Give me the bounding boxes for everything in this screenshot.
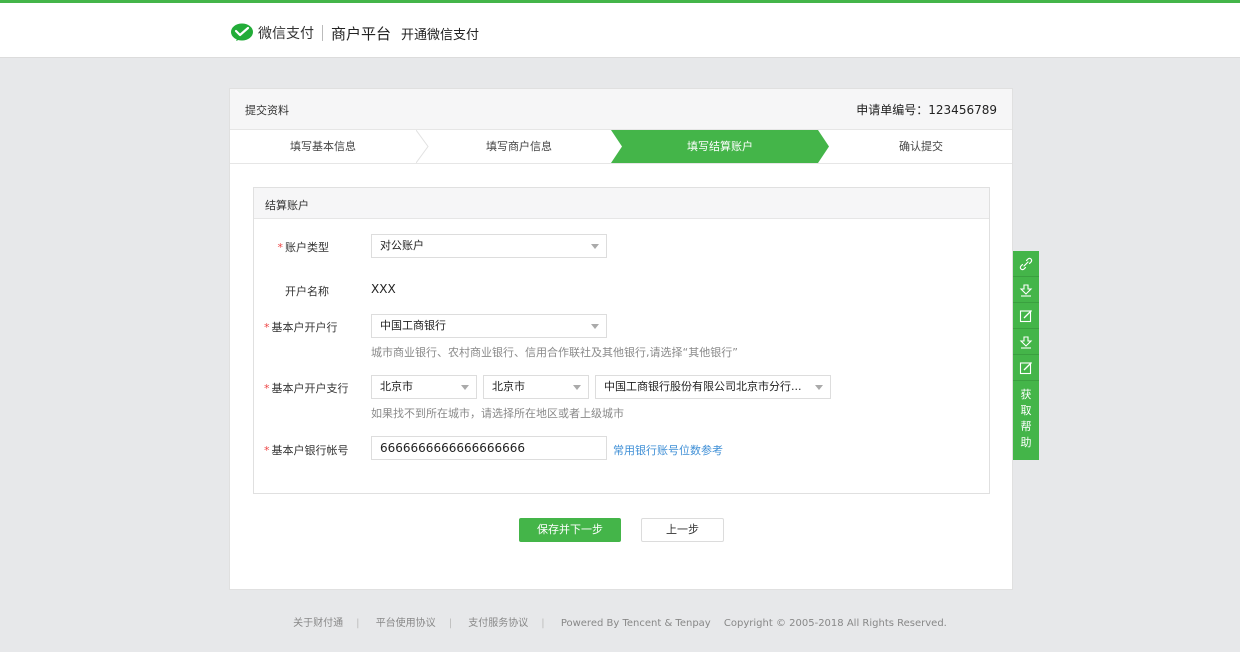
footer: 关于财付通 | 平台使用协议 | 支付服务协议 | Powered By Tencen… — [0, 614, 1240, 629]
step-settlement-account: 填写结算账户 — [622, 130, 818, 163]
province-select[interactable]: 北京市 — [371, 375, 477, 399]
link-button[interactable] — [1013, 251, 1039, 277]
edit-button-2[interactable] — [1013, 355, 1039, 381]
section-header: 结算账户 — [254, 188, 989, 219]
city-value: 北京市 — [492, 380, 525, 393]
city-select[interactable]: 北京市 — [483, 375, 589, 399]
footer-powered: Powered By Tencent & Tenpay — [560, 618, 711, 629]
application-number: 申请单编号：123456789 — [856, 103, 997, 117]
branch-select[interactable]: 中国工商银行股份有限公司北京市分行... — [595, 375, 831, 399]
page-title: 开通微信支付 — [401, 27, 480, 43]
branch-value: 中国工商银行股份有限公司北京市分行... — [604, 380, 802, 393]
chevron-down-icon — [815, 385, 823, 390]
account-number-reference-link[interactable]: 常用银行账号位数参考 — [613, 442, 723, 458]
save-next-button[interactable]: 保存并下一步 — [519, 518, 621, 542]
account-name-value: XXX — [371, 282, 396, 296]
wechat-pay-logo-icon — [231, 23, 253, 41]
platform-name: 商户平台 — [331, 24, 392, 43]
chevron-down-icon — [461, 385, 469, 390]
step-label: 填写结算账户 — [687, 140, 753, 153]
chevron-down-icon — [591, 324, 599, 329]
footer-divider: | — [541, 618, 545, 629]
step-label: 填写基本信息 — [290, 140, 356, 153]
download-icon — [1019, 335, 1033, 349]
brand-name: 微信支付 — [258, 26, 314, 42]
account-number-label: * 基本户银行帐号 — [264, 444, 349, 457]
progress-steps: 填写基本信息 填写商户信息 填写结算账户 确认提交 — [230, 129, 1012, 164]
required-mark: * — [277, 241, 284, 254]
bank-hint: 城市商业银行、农村商业银行、信用合作联社及其他银行,请选择“其他银行” — [371, 346, 738, 359]
footer-copyright: Copyright © 2005-2018 All Rights Reserve… — [723, 618, 947, 629]
chevron-down-icon — [573, 385, 581, 390]
required-mark: * — [264, 444, 270, 457]
branch-label: * 基本户开户支行 — [264, 382, 349, 395]
footer-divider: | — [356, 618, 360, 629]
account-type-label: * 账户类型 — [277, 241, 330, 254]
bank-label: * 基本户开户行 — [264, 321, 338, 334]
step-merchant-info: 填写商户信息 — [432, 130, 606, 163]
footer-divider: | — [448, 618, 453, 629]
download-button-2[interactable] — [1013, 329, 1039, 355]
step-label: 填写商户信息 — [486, 140, 552, 153]
edit-button[interactable] — [1013, 303, 1039, 329]
link-icon — [1019, 257, 1033, 270]
card-title: 提交资料 — [245, 104, 289, 117]
top-bar: 微信支付 商户平台 开通微信支付 — [0, 0, 1240, 58]
logo[interactable]: 微信支付 商户平台 开通微信支付 — [230, 21, 479, 45]
settlement-account-section: 结算账户 * 账户类型 对公账户 开户名称 XXX * 基本户开户行 中国工商银行 … — [253, 187, 990, 494]
bank-select[interactable]: 中国工商银行 — [371, 314, 607, 338]
main-card: 提交资料 申请单编号：123456789 填写基本信息 填写商户信息 填写结算账… — [229, 88, 1013, 590]
edit-icon — [1019, 361, 1032, 374]
card-header: 提交资料 申请单编号：123456789 — [230, 89, 1012, 129]
bank-value: 中国工商银行 — [380, 319, 446, 332]
step-arrow-icon — [416, 130, 429, 163]
floating-toolbar: 获取帮助 — [1013, 251, 1039, 460]
required-mark: * — [264, 321, 270, 334]
logo-divider — [322, 25, 323, 41]
footer-terms-link[interactable]: 平台使用协议 — [376, 618, 436, 629]
section-title: 结算账户 — [265, 199, 309, 212]
account-type-select[interactable]: 对公账户 — [371, 234, 607, 258]
account-name-label: 开户名称 — [285, 285, 329, 298]
edit-icon — [1019, 309, 1032, 322]
branch-hint: 如果找不到所在城市，请选择所在地区或者上级城市 — [371, 407, 624, 420]
download-button[interactable] — [1013, 277, 1039, 303]
previous-button[interactable]: 上一步 — [641, 518, 724, 542]
step-label: 确认提交 — [899, 140, 943, 153]
footer-service-link[interactable]: 支付服务协议 — [468, 618, 528, 629]
chevron-down-icon — [591, 244, 599, 249]
account-number-input[interactable]: 6666666666666666666 — [371, 436, 607, 460]
required-mark: * — [264, 382, 270, 395]
download-icon — [1019, 283, 1033, 297]
footer-about-link[interactable]: 关于财付通 — [293, 618, 343, 629]
get-help-label: 获取帮助 — [1020, 388, 1032, 449]
step-basic-info: 填写基本信息 — [230, 130, 416, 163]
province-value: 北京市 — [380, 380, 413, 393]
step-confirm-submit: 确认提交 — [830, 130, 1012, 163]
account-type-value: 对公账户 — [380, 239, 424, 252]
get-help-button[interactable]: 获取帮助 — [1013, 381, 1039, 460]
